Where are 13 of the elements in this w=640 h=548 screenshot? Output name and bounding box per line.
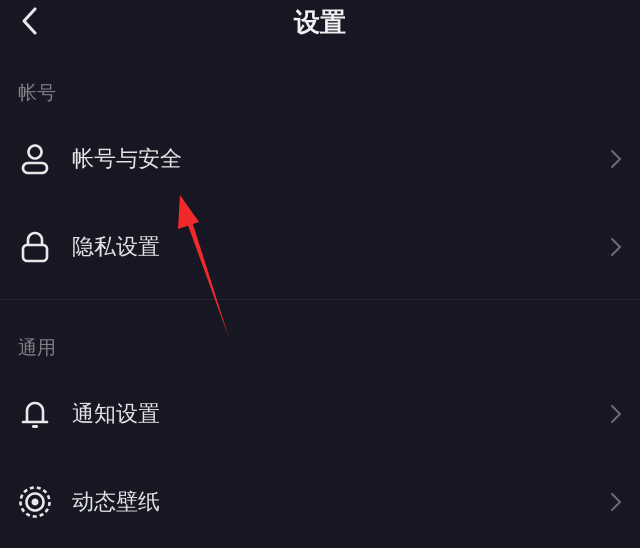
settings-item[interactable]: 帐号与安全 [0,115,640,203]
back-icon[interactable] [20,6,38,36]
chevron-icon [610,404,622,424]
chevron-icon [610,492,622,512]
chevron-icon [610,237,622,257]
section-title: 通用 [17,336,57,360]
page-title: 设置 [294,7,346,40]
section-title: 帐号 [17,81,57,105]
settings-item[interactable]: 动态壁纸 [0,458,640,546]
target-icon [18,485,52,519]
settings-item[interactable]: 通知设置 [0,370,640,458]
chevron-icon [610,149,622,169]
settings-item[interactable]: 隐私设置 [0,203,640,291]
